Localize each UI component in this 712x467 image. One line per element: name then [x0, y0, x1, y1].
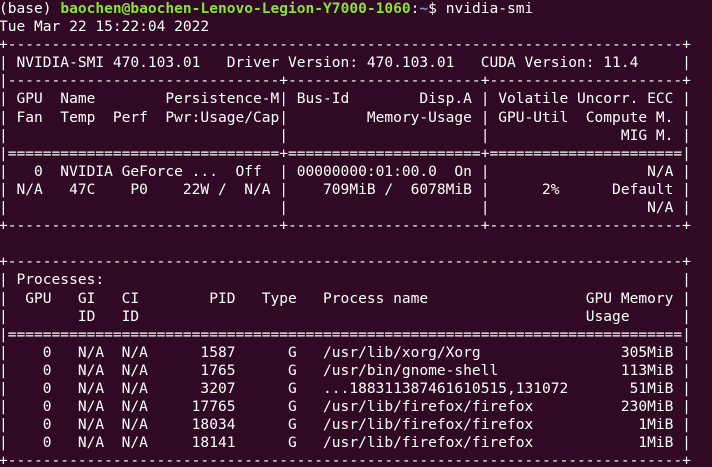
output-line: | | | N/A |	[0, 199, 691, 217]
output-line: +---------------------------------------…	[0, 36, 691, 54]
output-line: | ID ID Usage |	[0, 307, 691, 325]
user-host: baochen@baochen-Lenovo-Legion-Y7000-1060	[60, 0, 411, 17]
output-line: | N/A 47C P0 22W / N/A | 709MiB / 6078Mi…	[0, 180, 691, 198]
terminal-window[interactable]: (base) baochen@baochen-Lenovo-Legion-Y70…	[0, 0, 712, 467]
conda-env: (base)	[0, 0, 61, 17]
output-line: | 0 N/A N/A 18034 G /usr/lib/firefox/fir…	[0, 416, 691, 434]
output-line: | 0 N/A N/A 3207 G ...188311387461610515…	[0, 379, 691, 397]
output-line: |===============================+=======…	[0, 144, 691, 162]
output-line: Tue Mar 22 15:22:04 2022	[0, 18, 210, 36]
output-line: | 0 N/A N/A 1587 G /usr/lib/xorg/Xorg 30…	[0, 343, 691, 361]
output-line: | GPU GI CI PID Type Process name GPU Me…	[0, 289, 691, 307]
output-line: |=======================================…	[0, 325, 691, 343]
output-line: | GPU Name Persistence-M| Bus-Id Disp.A …	[0, 90, 691, 108]
output-line: | 0 NVIDIA GeForce ... Off | 00000000:01…	[0, 162, 691, 180]
current-path: ~	[419, 0, 429, 17]
output-line: +---------------------------------------…	[0, 452, 691, 467]
command-text: nvidia-smi	[445, 0, 534, 17]
output-line: | NVIDIA-SMI 470.103.01 Driver Version: …	[0, 54, 691, 72]
output-line: | Fan Temp Perf Pwr:Usage/Cap| Memory-Us…	[0, 108, 691, 126]
prompt-line: (base) baochen@baochen-Lenovo-Legion-Y70…	[0, 0, 712, 18]
output-line: | 0 N/A N/A 17765 G /usr/lib/firefox/fir…	[0, 398, 691, 416]
command-output: Tue Mar 22 15:22:04 2022 +---------------…	[0, 18, 712, 467]
output-line: | 0 N/A N/A 18141 G /usr/lib/firefox/fir…	[0, 434, 691, 452]
output-line: | | | MIG M. |	[0, 126, 691, 144]
output-line: | 0 N/A N/A 1765 G /usr/bin/gnome-shell …	[0, 361, 691, 379]
output-line: | Processes: |	[0, 271, 691, 289]
output-line: |-------------------------------+-------…	[0, 72, 691, 90]
output-line: +-------------------------------+-------…	[0, 217, 691, 235]
output-line: +---------------------------------------…	[0, 253, 691, 271]
prompt-symbol: $	[428, 0, 446, 17]
